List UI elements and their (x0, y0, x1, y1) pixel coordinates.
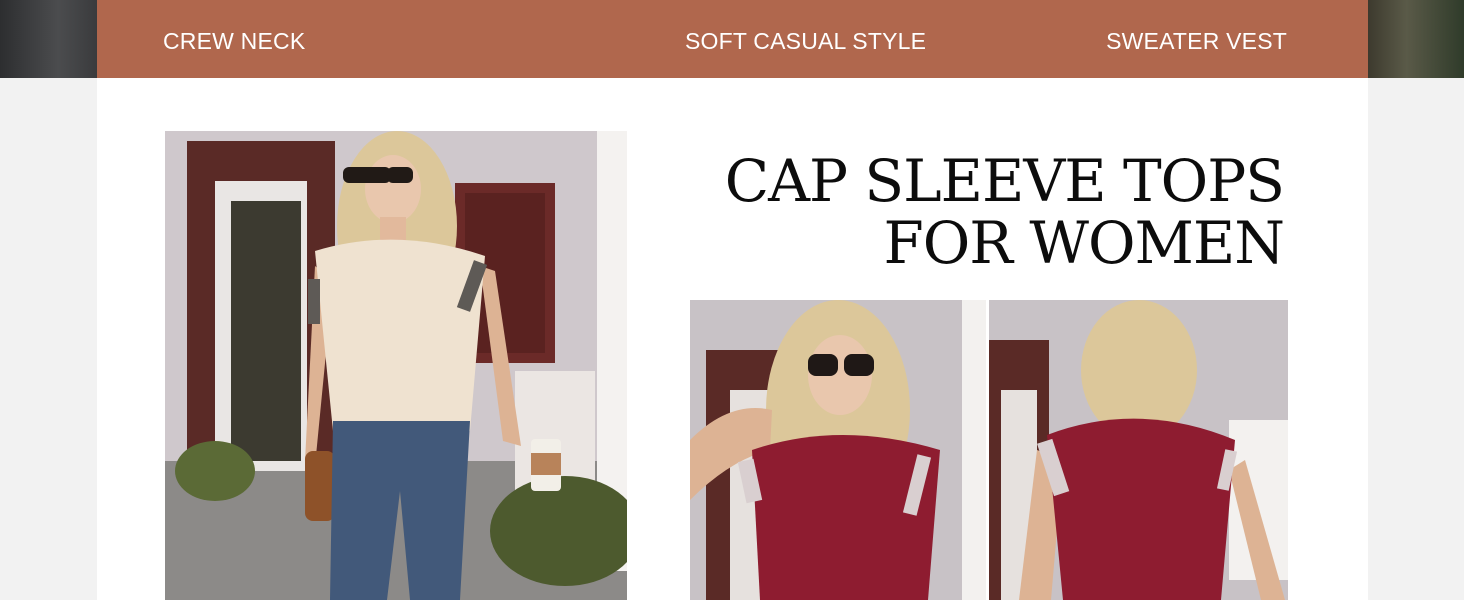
title-line-2: FOR WOMEN (883, 209, 1285, 277)
feature-label-sweater-vest: SWEATER VEST (1106, 28, 1287, 54)
product-banner: CREW NECK SOFT CASUAL STYLE SWEATER VEST… (97, 0, 1368, 600)
feature-bar: CREW NECK SOFT CASUAL STYLE SWEATER VEST (97, 0, 1368, 78)
model-photo-cream-top (165, 131, 627, 600)
model-photo-burgundy-front (690, 300, 986, 600)
feature-label-soft-casual-style: SOFT CASUAL STYLE (685, 28, 927, 54)
page-title: CAP SLEEVE TOPS FOR WOMEN (684, 147, 1285, 277)
background-photo-strip-right (1368, 0, 1464, 78)
background-photo-strip-left (0, 0, 97, 78)
title-line-1: CAP SLEEVE TOPS (724, 147, 1285, 215)
model-photo-burgundy-back (989, 300, 1288, 600)
feature-label-crew-neck: CREW NECK (163, 28, 306, 54)
